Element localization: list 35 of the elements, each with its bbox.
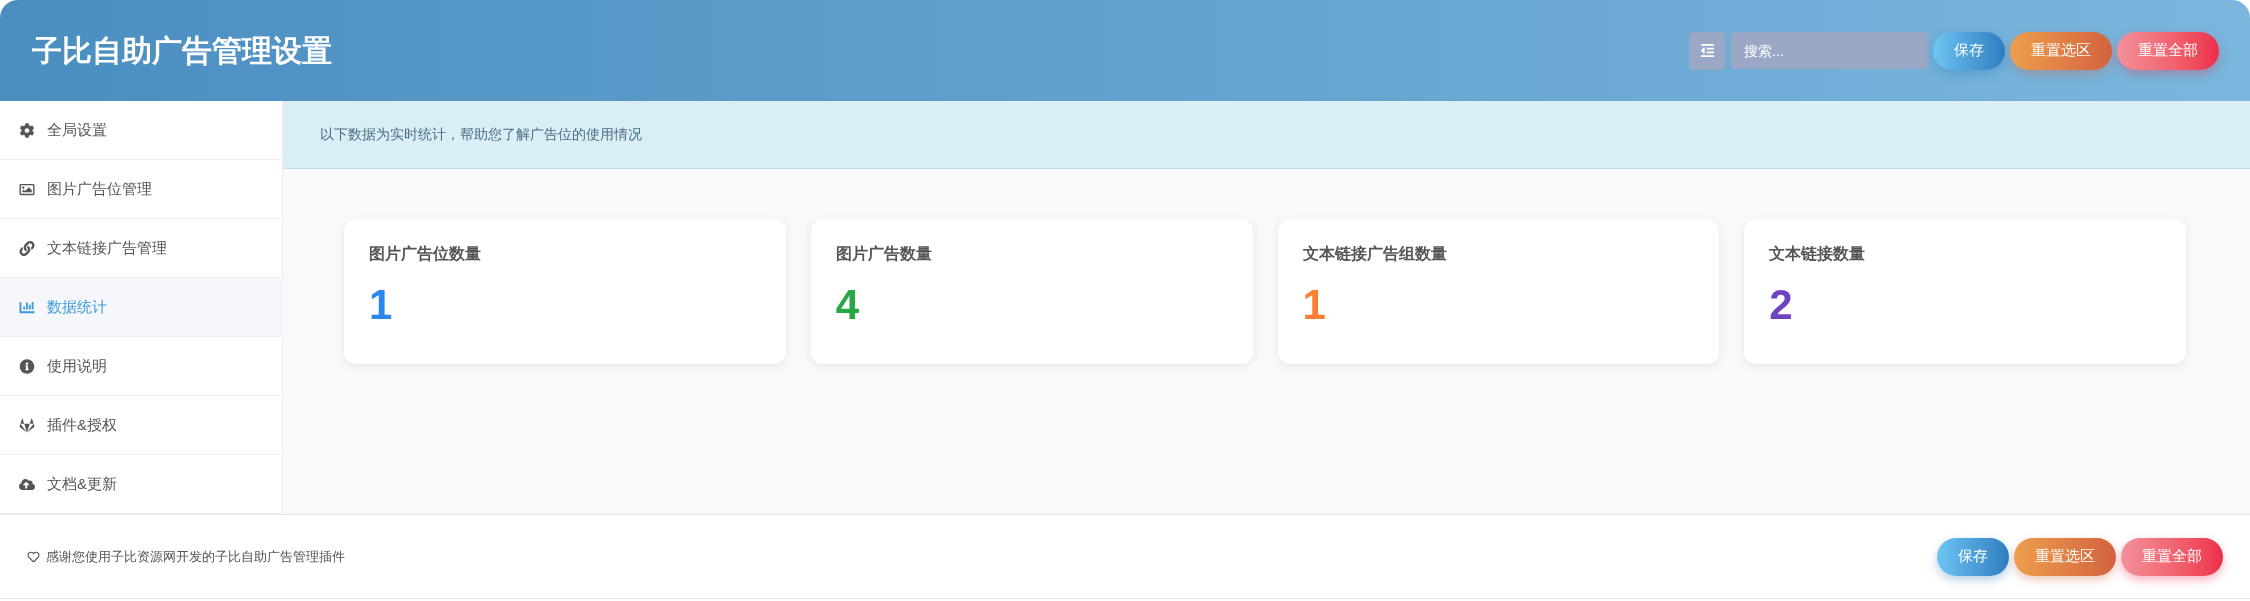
sidebar-item[interactable]: 数据统计	[0, 278, 283, 337]
page-title: 子比自助广告管理设置	[32, 35, 332, 66]
search-field[interactable]: 搜索...	[1731, 32, 1928, 69]
stat-label: 文本链接数量	[1769, 244, 1866, 264]
sidebar-item[interactable]: 文档&更新	[0, 455, 283, 514]
stat-label: 文本链接广告组数量	[1302, 244, 1447, 264]
cloud-upload-icon	[19, 476, 35, 492]
reset-all-button[interactable]: 重置全部	[2121, 537, 2223, 576]
image-icon	[19, 181, 35, 197]
toggle-button[interactable]	[1689, 31, 1725, 70]
sidebar-item[interactable]: 文本链接广告管理	[0, 219, 283, 278]
sidebar-item[interactable]: 全局设置	[0, 101, 283, 160]
stat-value: 1	[369, 284, 393, 326]
sidebar-item[interactable]: 插件&授权	[0, 396, 283, 455]
save-button[interactable]: 保存	[1933, 31, 2005, 70]
sidebar-item[interactable]: 图片广告位管理	[0, 160, 283, 219]
heart-icon	[27, 550, 40, 563]
link-icon	[19, 240, 35, 256]
fox-icon	[19, 417, 35, 433]
sidebar-item[interactable]: 使用说明	[0, 337, 283, 396]
save-button[interactable]: 保存	[1937, 537, 2009, 576]
stat-value: 1	[1302, 284, 1326, 326]
reset-section-button[interactable]: 重置选区	[2010, 31, 2112, 70]
gear-icon	[19, 122, 35, 138]
footer-text: 感谢您使用子比资源网开发的子比自助广告管理插件	[46, 547, 345, 566]
info-text: 以下数据为实时统计，帮助您了解广告位的使用情况	[320, 125, 642, 144]
stat-value: 2	[1769, 284, 1793, 326]
reset-all-button[interactable]: 重置全部	[2117, 31, 2219, 70]
stat-label: 图片广告数量	[835, 244, 932, 264]
outdent-icon	[1698, 43, 1716, 58]
bar-chart-icon	[19, 299, 35, 315]
reset-section-button[interactable]: 重置选区	[2014, 537, 2116, 576]
stat-value: 4	[835, 284, 860, 326]
stat-label: 图片广告位数量	[369, 244, 481, 264]
info-icon	[19, 358, 35, 374]
